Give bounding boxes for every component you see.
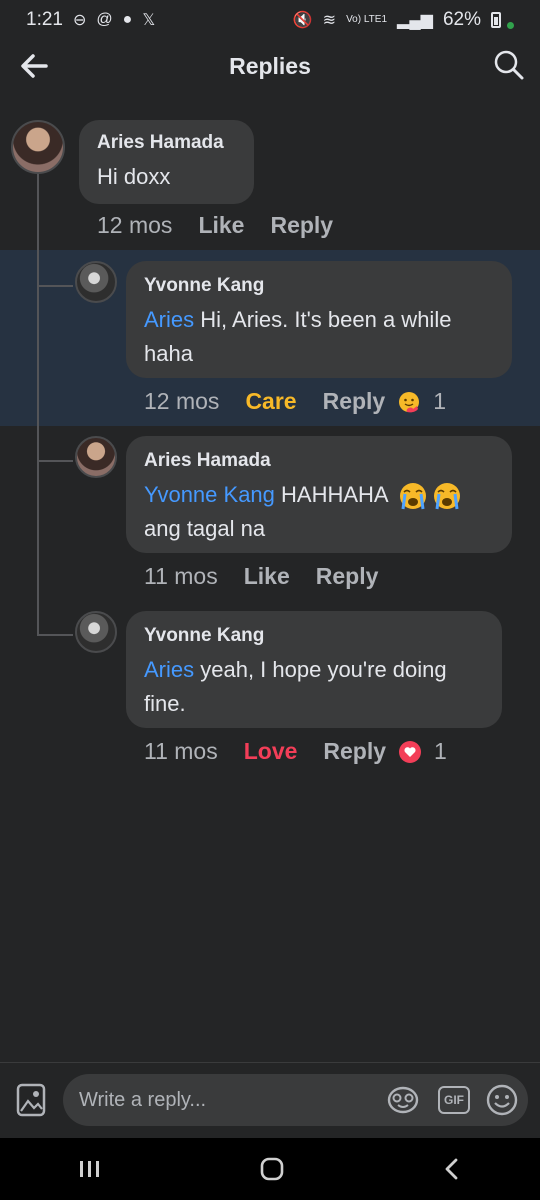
- comment-text: Yvonne Kang HAHHAHA ang tagal na: [144, 478, 494, 546]
- gif-label: GIF: [444, 1093, 464, 1107]
- page-title: Replies: [229, 52, 311, 79]
- thread-branch: [37, 460, 73, 462]
- search-icon[interactable]: [492, 48, 526, 82]
- wifi-icon: ≋: [322, 12, 337, 29]
- comment-text: Aries yeah, I hope you're doing fine.: [144, 653, 484, 721]
- app-header: Replies: [0, 40, 540, 92]
- emoji-icon[interactable]: [485, 1083, 519, 1117]
- mention-link[interactable]: Yvonne Kang: [144, 482, 275, 507]
- reply-composer: GIF: [0, 1063, 540, 1138]
- care-reaction-button[interactable]: Care: [245, 388, 296, 415]
- comment-author[interactable]: Yvonne Kang: [144, 275, 494, 297]
- signal-icon: ▂▄▆: [397, 12, 433, 29]
- mute-icon: 🔇: [292, 12, 313, 29]
- comment-bubble: Yvonne Kang Aries yeah, I hope you're do…: [126, 611, 502, 728]
- battery-percent: 62%: [442, 9, 481, 30]
- loudly-crying-emoji-icon: [433, 483, 460, 510]
- charging-dot-icon: [507, 21, 514, 29]
- comment-author[interactable]: Yvonne Kang: [144, 625, 484, 647]
- comment-actions: 12 mos Like Reply: [97, 212, 333, 239]
- comment-text: Hi doxx: [97, 164, 171, 189]
- comment-author[interactable]: Aries Hamada: [144, 450, 494, 472]
- comment-bubble: Yvonne Kang Aries Hi, Aries. It's been a…: [126, 261, 512, 378]
- recent-apps-icon[interactable]: [78, 1159, 102, 1179]
- at-icon: @: [96, 11, 113, 28]
- comment-bubble: Aries Hamada Hi doxx: [79, 120, 254, 204]
- loudly-crying-emoji-icon: [399, 483, 426, 510]
- sticker-icon[interactable]: [386, 1084, 420, 1116]
- comment-text: Aries Hi, Aries. It's been a while haha: [144, 303, 494, 371]
- reaction-count: 1: [433, 388, 447, 414]
- mention-link[interactable]: Aries: [144, 657, 194, 682]
- status-left: 1:21 ⊖ @ ● 𝕏: [26, 9, 155, 31]
- reaction-count: 1: [434, 738, 447, 764]
- thread-branch: [37, 285, 73, 287]
- reply-button[interactable]: Reply: [323, 388, 386, 415]
- love-reaction-button[interactable]: Love: [244, 738, 298, 765]
- reply-and-reactions: Reply 1: [323, 738, 446, 765]
- gif-icon[interactable]: GIF: [438, 1086, 470, 1114]
- reply-and-reactions: Reply 1: [323, 388, 446, 415]
- care-emoji-icon: [399, 391, 420, 412]
- status-bar: 1:21 ⊖ @ ● 𝕏 🔇 ≋ Vo) LTE1 ▂▄▆ 62%: [0, 0, 540, 40]
- comment-actions: 11 mos Like Reply: [144, 563, 378, 590]
- comment-time: 12 mos: [97, 212, 173, 238]
- avatar[interactable]: [11, 120, 65, 174]
- battery-icon: [491, 12, 501, 28]
- home-icon[interactable]: [259, 1156, 285, 1182]
- comment-time: 11 mos: [144, 738, 218, 764]
- comment-actions: 12 mos Care Reply 1: [144, 388, 446, 415]
- comment-body: HAHHAHA: [274, 482, 394, 507]
- like-button[interactable]: Like: [244, 563, 290, 590]
- mention-link[interactable]: Aries: [144, 307, 194, 332]
- reply-button[interactable]: Reply: [270, 212, 333, 239]
- avatar[interactable]: [75, 261, 117, 303]
- thread-line: [37, 172, 39, 635]
- back-nav-icon[interactable]: [442, 1157, 462, 1181]
- comment-bubble: Aries Hamada Yvonne Kang HAHHAHA ang tag…: [126, 436, 512, 553]
- network-label: Vo) LTE1: [346, 14, 388, 25]
- love-emoji-icon: [399, 740, 422, 763]
- dnd-icon: ⊖: [72, 12, 87, 29]
- x-app-icon: 𝕏: [142, 12, 156, 29]
- avatar[interactable]: [75, 611, 117, 653]
- comment-author[interactable]: Aries Hamada: [97, 132, 236, 154]
- system-nav-bar: [0, 1138, 540, 1200]
- comment-time: 12 mos: [144, 388, 220, 414]
- messenger-icon: ●: [122, 11, 133, 28]
- photo-icon[interactable]: [16, 1083, 46, 1117]
- reply-button[interactable]: Reply: [316, 563, 379, 590]
- comment-actions: 11 mos Love Reply 1: [144, 738, 447, 765]
- comment-body-line2: ang tagal na: [144, 516, 266, 541]
- reply-button[interactable]: Reply: [323, 738, 386, 765]
- back-arrow-icon[interactable]: [18, 50, 50, 82]
- avatar[interactable]: [75, 436, 117, 478]
- thread-branch: [37, 634, 73, 636]
- status-time: 1:21: [26, 9, 63, 30]
- comment-time: 11 mos: [144, 563, 218, 589]
- like-button[interactable]: Like: [198, 212, 244, 239]
- status-right: 🔇 ≋ Vo) LTE1 ▂▄▆ 62%: [293, 9, 514, 31]
